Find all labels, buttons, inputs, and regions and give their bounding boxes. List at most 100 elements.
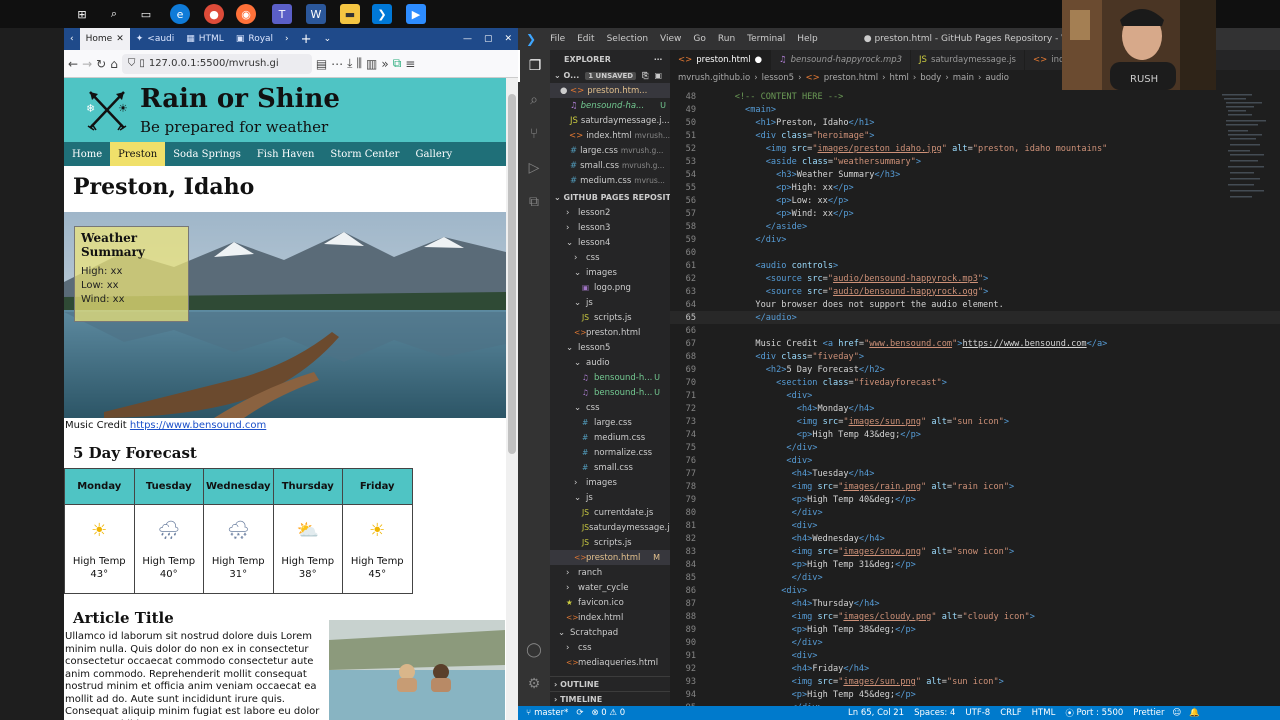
code-line[interactable]: 75 </div> <box>670 441 1280 454</box>
breadcrumb-item[interactable]: preston.html <box>824 73 878 83</box>
menu-run[interactable]: Run <box>712 34 741 44</box>
breadcrumb-item[interactable]: mvrush.github.io <box>678 73 750 83</box>
close-window-icon[interactable]: ✕ <box>498 28 518 50</box>
code-line[interactable]: 72 <h4>Monday</h4> <box>670 402 1280 415</box>
code-line[interactable]: 82 <h4>Wednesday</h4> <box>670 532 1280 545</box>
library-icon[interactable]: ⫼ <box>356 56 362 71</box>
tree-file[interactable]: <> mediaqueries.html <box>550 655 670 670</box>
code-line[interactable]: 74 <p>High Temp 43&deg;</p> <box>670 428 1280 441</box>
explorer-icon[interactable]: ❐ <box>518 50 550 82</box>
code-line[interactable]: 87 <h4>Thursday</h4> <box>670 597 1280 610</box>
chevron-right-icon[interactable]: › <box>279 28 295 50</box>
dirty-dot-icon[interactable]: ● <box>755 55 762 65</box>
nav-soda-springs[interactable]: Soda Springs <box>165 142 249 166</box>
code-line[interactable]: 86 <div> <box>670 584 1280 597</box>
code-line[interactable]: 69 <h2>5 Day Forecast</h2> <box>670 363 1280 376</box>
tree-folder[interactable]: › css <box>550 250 670 265</box>
save-all-icon[interactable]: ▣ <box>655 71 663 80</box>
code-line[interactable]: 49 <main> <box>670 103 1280 116</box>
menu-help[interactable]: Help <box>791 34 824 44</box>
dirty-dot-icon[interactable]: ● <box>560 86 570 96</box>
firefox-icon[interactable]: ◉ <box>236 4 256 24</box>
nav-home[interactable]: Home <box>64 142 110 166</box>
back-icon[interactable]: ← <box>68 57 78 71</box>
search-icon[interactable]: ⌕ <box>104 4 124 24</box>
problems-count[interactable]: ⊗ 0 ⚠ 0 <box>591 708 625 718</box>
nav-preston[interactable]: Preston <box>110 142 166 166</box>
code-line[interactable]: 83 <img src="images/snow.png" alt="snow … <box>670 545 1280 558</box>
code-line[interactable]: 48 <!-- CONTENT HERE --> <box>670 90 1280 103</box>
sync-icon[interactable]: ⟳ <box>576 708 591 718</box>
sidebar-icon[interactable]: ▥ <box>366 57 377 71</box>
tree-folder[interactable]: › water_cycle <box>550 580 670 595</box>
tree-folder[interactable]: › images <box>550 475 670 490</box>
tree-folder[interactable]: › lesson2 <box>550 205 670 220</box>
language-mode[interactable]: HTML <box>1032 708 1066 718</box>
code-line[interactable]: 52 <img src="images/preston_idaho.jpg" a… <box>670 142 1280 155</box>
code-line[interactable]: 67 Music Credit <a href="www.bensound.co… <box>670 337 1280 350</box>
reader-view-icon[interactable]: ▤ <box>316 57 327 71</box>
windows-icon[interactable]: ⊞ <box>72 4 92 24</box>
tree-file[interactable]: # large.css <box>550 415 670 430</box>
code-line[interactable]: 53 <aside class="weathersummary"> <box>670 155 1280 168</box>
browser-tab-audio[interactable]: ✦ <audi <box>130 28 181 50</box>
code-line[interactable]: 68 <div class="fiveday"> <box>670 350 1280 363</box>
code-line[interactable]: 71 <div> <box>670 389 1280 402</box>
tree-file[interactable]: ▣ logo.png <box>550 280 670 295</box>
menu-terminal[interactable]: Terminal <box>741 34 791 44</box>
code-line[interactable]: 64 Your browser does not support the aud… <box>670 298 1280 311</box>
code-line[interactable]: 50 <h1>Preston, Idaho</h1> <box>670 116 1280 129</box>
code-line[interactable]: 73 <img src="images/sun.png" alt="sun ic… <box>670 415 1280 428</box>
code-line[interactable]: 80 </div> <box>670 506 1280 519</box>
zoom-icon[interactable]: ▶ <box>406 4 426 24</box>
nav-fish-haven[interactable]: Fish Haven <box>249 142 323 166</box>
code-line[interactable]: 51 <div class="heroimage"> <box>670 129 1280 142</box>
open-editor-item[interactable]: ● <> preston.htm... <box>550 83 670 98</box>
code-line[interactable]: 54 <h3>Weather Summary</h3> <box>670 168 1280 181</box>
tree-file[interactable]: ♫ bensound-h... U <box>550 385 670 400</box>
timeline-header[interactable]: › TIMELINE <box>550 691 670 706</box>
tree-file[interactable]: ♫ bensound-h... U <box>550 370 670 385</box>
code-line[interactable]: 94 <p>High Temp 45&deg;</p> <box>670 688 1280 701</box>
open-editor-item[interactable]: JS saturdaymessage.j... <box>550 113 670 128</box>
bensound-link[interactable]: https://www.bensound.com <box>130 420 266 431</box>
run-debug-icon[interactable]: ▷ <box>518 152 550 184</box>
menu-edit[interactable]: Edit <box>571 34 600 44</box>
editor-tab-preston[interactable]: <> preston.html ● <box>670 50 772 70</box>
reload-icon[interactable]: ↻ <box>96 57 106 71</box>
code-line[interactable]: 91 <div> <box>670 649 1280 662</box>
open-editor-item[interactable]: # large.css mvrush.g... <box>550 143 670 158</box>
download-icon[interactable]: ⤓ <box>347 56 352 71</box>
tree-file[interactable]: <> preston.html M <box>550 550 670 565</box>
tree-file[interactable]: JS scripts.js <box>550 310 670 325</box>
close-icon[interactable]: ✕ <box>116 34 124 44</box>
tree-folder[interactable]: › css <box>550 640 670 655</box>
settings-gear-icon[interactable]: ⚙ <box>518 668 550 700</box>
breadcrumb-item[interactable]: html <box>890 73 909 83</box>
tree-folder[interactable]: ⌄ images <box>550 265 670 280</box>
breadcrumb-item[interactable]: main <box>953 73 974 83</box>
live-server-port[interactable]: Port : 5500 <box>1077 708 1134 718</box>
overflow-icon[interactable]: » <box>381 57 388 71</box>
prettier-status[interactable]: Prettier <box>1133 708 1172 718</box>
tree-file[interactable]: <> index.html <box>550 610 670 625</box>
repo-header[interactable]: ⌄ GITHUB PAGES REPOSITORY <box>550 190 670 205</box>
tree-folder[interactable]: ⌄ js <box>550 295 670 310</box>
new-file-icon[interactable]: ⎘ <box>642 71 648 81</box>
browser-tab-home[interactable]: Home ✕ <box>79 28 130 50</box>
tree-file[interactable]: # medium.css <box>550 430 670 445</box>
tree-file[interactable]: JS currentdate.js <box>550 505 670 520</box>
more-icon[interactable]: ⋯ <box>331 57 343 71</box>
breadcrumb-item[interactable]: lesson5 <box>762 73 794 83</box>
account-icon[interactable]: ◯ <box>518 634 550 666</box>
feedback-icon[interactable]: ☺ <box>1173 708 1190 718</box>
vscode-icon[interactable]: ❯ <box>372 4 392 24</box>
tree-folder[interactable]: › lesson3 <box>550 220 670 235</box>
open-editor-item[interactable]: # medium.css mvrus... <box>550 173 670 188</box>
code-line[interactable]: 90 </div> <box>670 636 1280 649</box>
tree-folder[interactable]: ⌄ css <box>550 400 670 415</box>
code-line[interactable]: 81 <div> <box>670 519 1280 532</box>
menu-view[interactable]: View <box>654 34 687 44</box>
editor-tab-mp3[interactable]: ♫ bensound-happyrock.mp3 <box>771 50 912 70</box>
forward-icon[interactable]: → <box>82 57 92 71</box>
